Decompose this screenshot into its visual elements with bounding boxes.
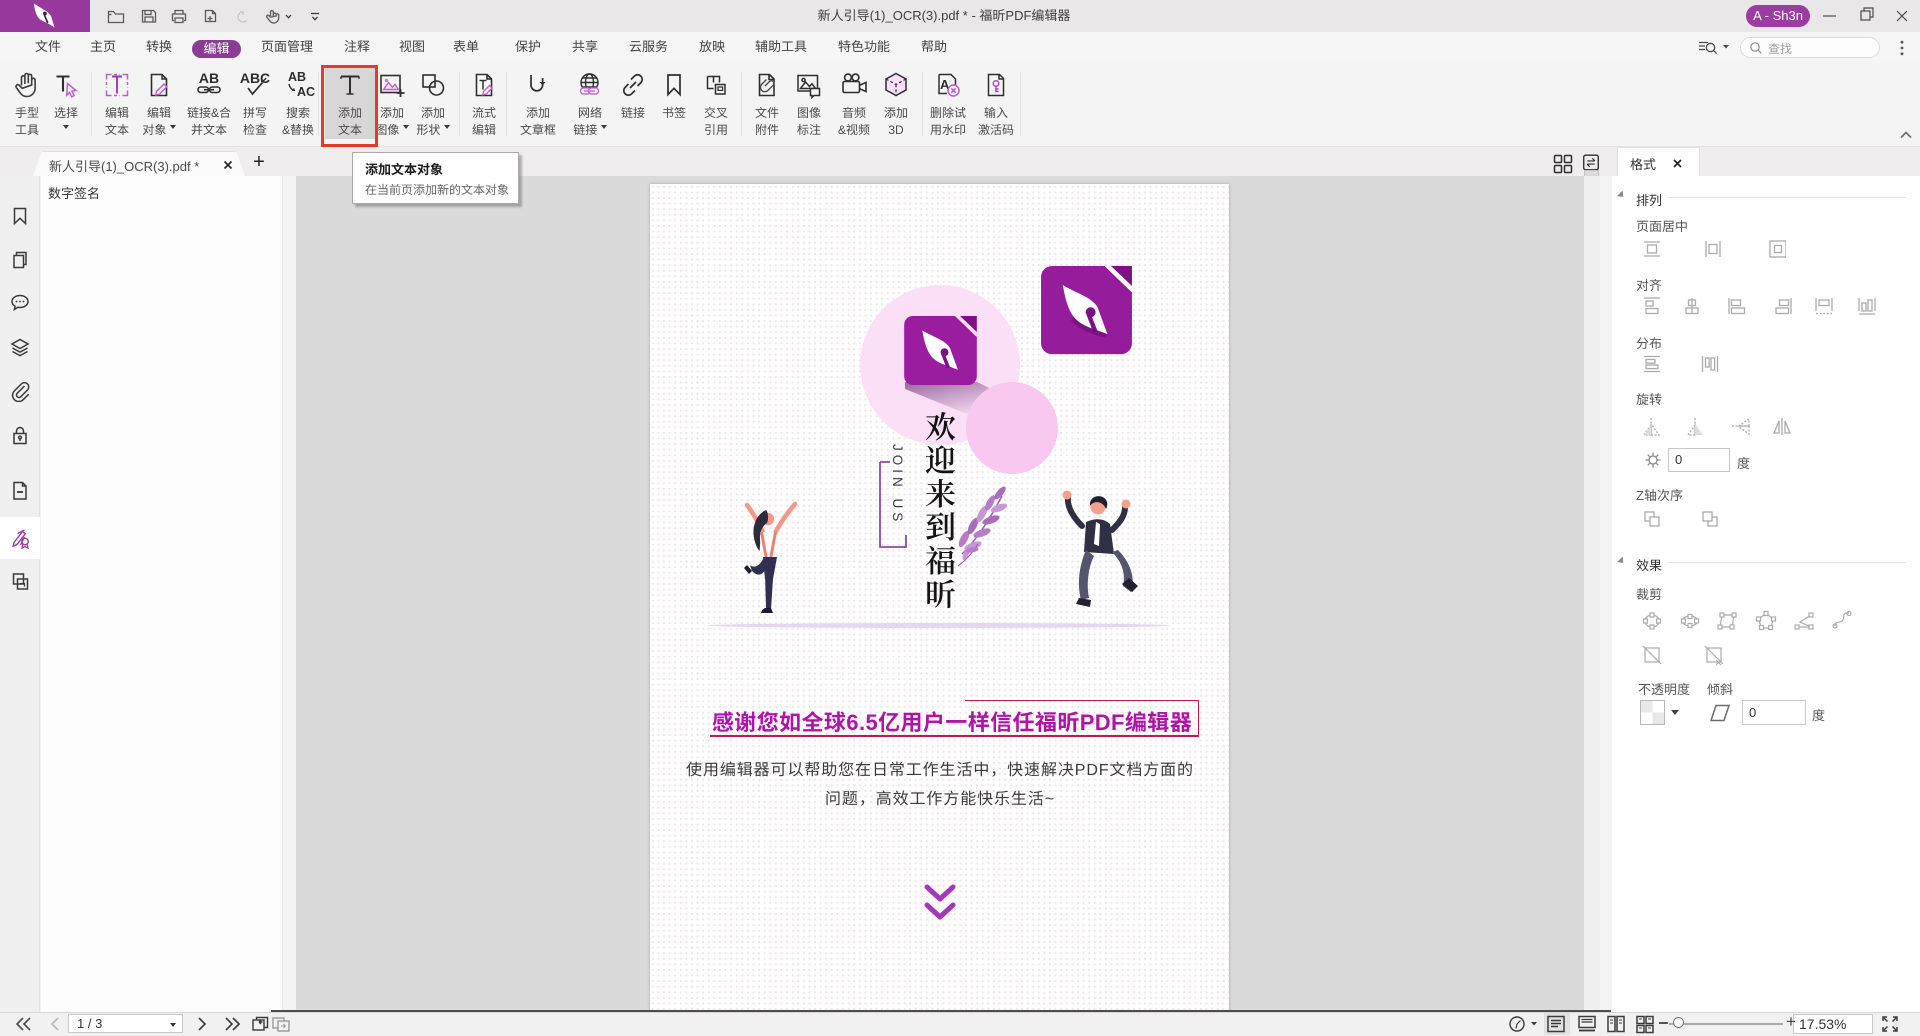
svg-text:AB: AB [199, 70, 219, 86]
svg-text:AB: AB [288, 70, 306, 84]
svg-text:AC: AC [297, 85, 315, 99]
